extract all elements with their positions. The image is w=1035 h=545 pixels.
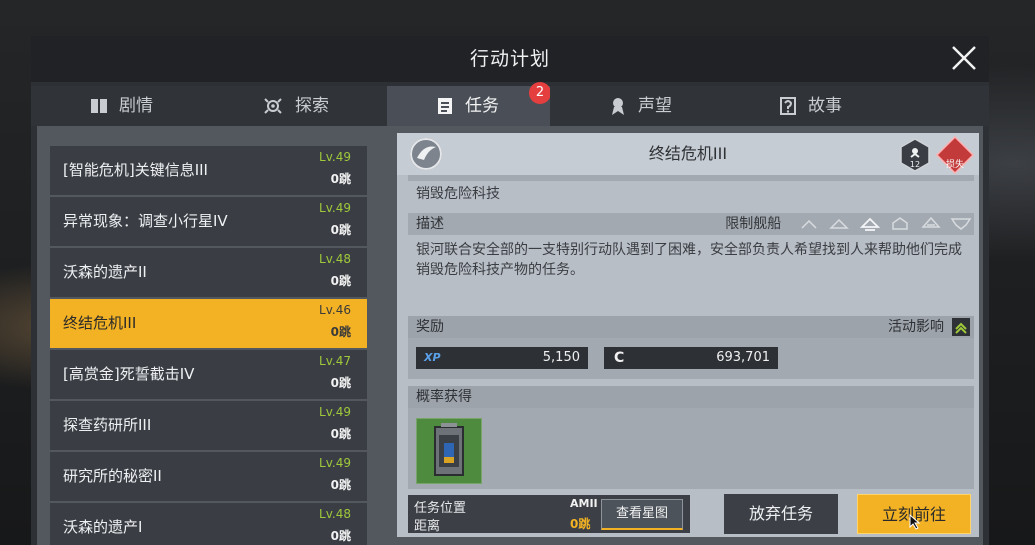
mouse-cursor-icon (909, 514, 921, 530)
credit-icon: C (614, 350, 625, 366)
tab-label: 任务 (465, 96, 499, 116)
xp-reward: XP 5,150 (416, 347, 588, 369)
credit-value: 693,701 (716, 350, 770, 365)
tab-label: 剧情 (119, 96, 153, 116)
list-item[interactable]: 研究所的秘密II Lv.49 0跳 (50, 452, 367, 501)
xp-value: 5,150 (542, 350, 580, 365)
mission-name: [高赏金]死誓截击IV (63, 365, 195, 383)
notification-badge: 2 (529, 82, 551, 104)
mission-level: Lv.48 (319, 507, 351, 521)
event-influence-icon[interactable] (952, 318, 970, 336)
action-plan-window: 行动计划 剧情 探索 任务 2 声望 故事 [智能危机]关键信息III Lv.4 (31, 36, 989, 545)
mission-jumps: 0跳 (330, 223, 351, 237)
mission-jumps: 0跳 (330, 478, 351, 492)
drop-item[interactable] (416, 418, 482, 484)
abandon-mission-button[interactable]: 放弃任务 (724, 494, 838, 534)
view-star-map-button[interactable]: 查看星图 (601, 499, 683, 530)
tab-bar: 剧情 探索 任务 2 声望 故事 (31, 82, 989, 126)
level-hex-icon: 12 (900, 138, 930, 172)
mission-jumps: 0跳 (330, 325, 351, 339)
drop-label: 概率获得 (416, 389, 472, 405)
credit-reward: C 693,701 (604, 347, 778, 369)
container-item-icon (434, 423, 464, 476)
drop-section: 概率获得 (408, 386, 974, 489)
list-item[interactable]: 沃森的遗产II Lv.48 0跳 (50, 248, 367, 297)
mission-name: 异常现象：调查小行星IV (63, 212, 228, 230)
task-list-icon (438, 98, 452, 114)
mission-name: 探查药研所III (63, 416, 152, 434)
ship-class-3-icon (859, 217, 880, 231)
reward-label: 奖励 (416, 319, 444, 335)
detail-header: 终结危机III 12 损失 (397, 133, 979, 175)
mission-name: 终结危机III (63, 314, 137, 332)
mission-name: 沃森的遗产I (63, 518, 143, 536)
ship-class-1-icon (801, 219, 817, 229)
location-code: AMII (570, 497, 598, 510)
mission-detail-panel: 终结危机III 12 损失 销毁危险科技 描述 限制舰船 银河联合安全部的一支特 (397, 133, 979, 537)
content-area: [智能危机]关键信息III Lv.49 0跳 异常现象：调查小行星IV Lv.4… (37, 126, 983, 545)
mission-level: Lv.49 (319, 201, 351, 215)
window-title: 行动计划 (469, 48, 550, 70)
close-icon[interactable] (947, 41, 981, 75)
tab-label: 故事 (808, 96, 842, 116)
tab-label: 探索 (295, 96, 329, 116)
mission-level: Lv.48 (319, 252, 351, 266)
mission-jumps: 0跳 (330, 172, 351, 186)
list-item[interactable]: [智能危机]关键信息III Lv.49 0跳 (50, 146, 367, 195)
ship-class-2-icon (829, 218, 849, 229)
ship-class-5-icon (920, 216, 941, 228)
mission-level: Lv.49 (319, 150, 351, 164)
xp-icon: XP (424, 351, 441, 364)
description-label: 描述 (416, 216, 444, 232)
mission-level: Lv.49 (319, 456, 351, 470)
tab-reputation[interactable]: 声望 (550, 86, 728, 126)
mission-list[interactable]: [智能危机]关键信息III Lv.49 0跳 异常现象：调查小行星IV Lv.4… (50, 134, 367, 545)
story-icon (780, 97, 796, 115)
loss-warning-icon: 损失 (935, 136, 975, 174)
list-item[interactable]: 异常现象：调查小行星IV Lv.49 0跳 (50, 197, 367, 246)
distance-label: 距离 (414, 519, 441, 534)
tab-explore[interactable]: 探索 (209, 86, 387, 126)
mission-jumps: 0跳 (330, 274, 351, 288)
description-header: 描述 限制舰船 (408, 213, 974, 235)
list-item-selected[interactable]: 终结危机III Lv.46 0跳 (50, 299, 367, 348)
mission-description: 银河联合安全部的一支特别行动队遇到了困难，安全部负责人希望找到人来帮助他们完成销… (416, 242, 962, 278)
list-item[interactable]: [高赏金]死誓截击IV Lv.47 0跳 (50, 350, 367, 399)
mission-level: Lv.46 (319, 303, 351, 317)
mission-title: 终结危机III (648, 144, 728, 163)
mission-level: Lv.47 (319, 354, 351, 368)
location-label: 任务位置 (414, 501, 467, 516)
title-bar: 行动计划 (31, 36, 989, 82)
reward-section: 奖励 活动影响 XP 5,150 C 693,701 (408, 316, 974, 379)
tab-tasks[interactable]: 任务 2 (387, 82, 551, 126)
list-item[interactable]: 沃森的遗产I Lv.48 0跳 (50, 503, 367, 545)
mission-level: Lv.49 (319, 405, 351, 419)
mission-jumps: 0跳 (330, 529, 351, 543)
mission-name: 研究所的秘密II (63, 467, 162, 485)
mission-jumps: 0跳 (330, 427, 351, 441)
ship-limit: 限制舰船 (725, 213, 974, 235)
tab-story[interactable]: 剧情 (31, 86, 209, 126)
objective-header-partial (408, 175, 974, 181)
tab-tales[interactable]: 故事 (728, 86, 989, 126)
list-item[interactable]: 探查药研所III Lv.49 0跳 (50, 401, 367, 450)
ship-class-4-icon (892, 217, 908, 230)
explore-icon (264, 98, 282, 114)
distance-value: 0跳 (570, 517, 591, 531)
mission-name: 沃森的遗产II (63, 263, 147, 281)
mission-jumps: 0跳 (330, 376, 351, 390)
tab-label: 声望 (638, 96, 672, 116)
drop-header: 概率获得 (408, 386, 974, 408)
mission-location-bar: 任务位置 距离 AMII 0跳 查看星图 (408, 495, 690, 534)
ship-limit-label: 限制舰船 (725, 216, 782, 232)
loss-label: 损失 (946, 158, 964, 170)
mission-objective: 销毁危险科技 (416, 186, 500, 202)
book-icon (91, 99, 107, 113)
reputation-icon (612, 98, 624, 115)
level-hex-number: 12 (910, 160, 920, 169)
ship-class-6-icon (950, 218, 972, 230)
mission-name: [智能危机]关键信息III (63, 161, 208, 179)
event-influence-label: 活动影响 (888, 319, 944, 335)
